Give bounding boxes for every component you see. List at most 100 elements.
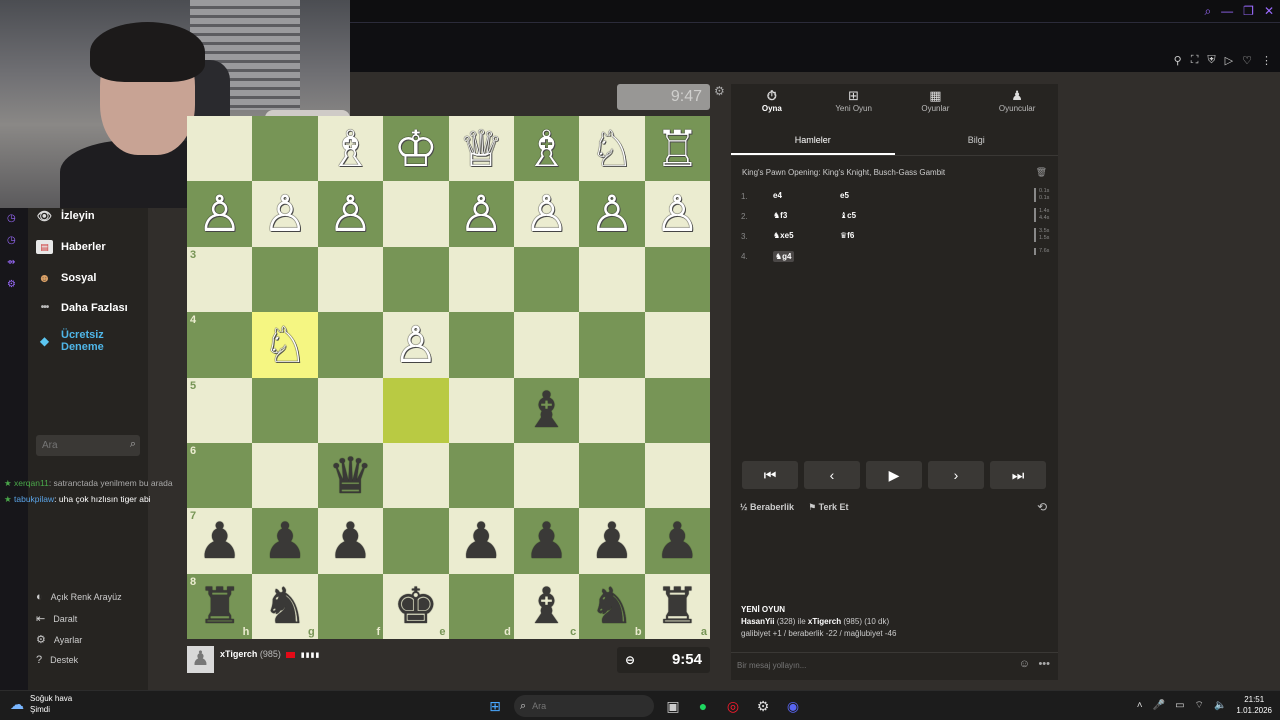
board-square[interactable]: ♞ g — [252, 573, 318, 639]
board-square[interactable]: f — [317, 573, 384, 639]
first-move-button[interactable]: ⏮ — [742, 461, 798, 489]
taskbar-search-input[interactable] — [532, 701, 623, 711]
minimize-icon[interactable]: — — [1221, 4, 1233, 19]
board-square[interactable]: ♞ b — [579, 573, 645, 639]
board-square[interactable] — [317, 312, 384, 378]
opponent-name[interactable]: HasanYii — [741, 617, 775, 626]
board-square[interactable]: ♙ — [252, 181, 318, 247]
chess-board[interactable]: ♗ ♔ ♕ ♗ ♘ ♖ ♙ ♙ ♙ ♙ ♙ ♙ ♙ 3 4 ♘ ♙ 5 ♝ 6 ♛ ♟ 7 ♟ ♟ ♟ ♟ ♟ ♟ ♜ 8 h ♞ g f ♚ e d ♝ c… — [187, 116, 710, 639]
chess-piece[interactable]: ♝ — [524, 385, 569, 435]
white-move[interactable]: ♞xe5 — [773, 231, 794, 240]
board-square[interactable] — [317, 377, 384, 443]
trash-icon[interactable]: 🗑 — [1036, 167, 1047, 178]
tab-play[interactable]: ⏱ Oyna — [731, 84, 813, 120]
search-input[interactable] — [36, 435, 116, 456]
board-square[interactable]: 6 — [187, 442, 253, 509]
board-square[interactable]: ♔ — [383, 116, 449, 182]
board-square[interactable]: ♖ — [644, 116, 710, 182]
board-square[interactable] — [513, 442, 580, 509]
board-square[interactable]: ♙ — [579, 181, 645, 247]
chess-piece[interactable]: ♞ — [590, 581, 635, 631]
restore-icon[interactable]: ❐ — [1243, 4, 1254, 19]
board-square[interactable] — [644, 377, 710, 443]
board-square[interactable] — [252, 442, 318, 509]
board-square[interactable]: ♘ — [579, 116, 645, 182]
board-square[interactable]: ♙ — [448, 181, 514, 247]
board-square[interactable]: ♙ — [187, 181, 253, 247]
spotify-icon[interactable]: ● — [692, 695, 714, 717]
emoji-icon[interactable]: ☺ — [1019, 658, 1030, 670]
chess-piece[interactable]: ♙ — [655, 189, 700, 239]
settings-button[interactable]: ⚙ Ayarlar — [36, 633, 82, 646]
chess-piece[interactable]: ♟ — [197, 516, 242, 566]
chess-piece[interactable]: ♙ — [459, 189, 504, 239]
board-square[interactable]: ♙ — [383, 312, 449, 378]
chess-piece[interactable]: ♟ — [655, 516, 700, 566]
more-icon[interactable]: ••• — [1038, 658, 1050, 670]
chess-piece[interactable]: ♙ — [263, 189, 308, 239]
chess-piece[interactable]: ♟ — [590, 516, 635, 566]
tab-games[interactable]: ▦ Oyunlar — [895, 84, 977, 120]
prev-move-button[interactable]: ‹ — [804, 461, 860, 489]
board-square[interactable]: ♝ — [513, 377, 580, 443]
board-square[interactable]: ♝ c — [513, 573, 580, 639]
chess-piece[interactable]: ♖ — [655, 124, 700, 174]
board-square[interactable] — [579, 442, 645, 509]
opera-gx-icon[interactable]: ◎ — [722, 695, 744, 717]
chess-piece[interactable]: ♝ — [524, 581, 569, 631]
resign-button[interactable]: ⚑ Terk Et — [808, 502, 848, 513]
chess-piece[interactable]: ♟ — [263, 516, 308, 566]
volume-icon[interactable]: 🔈 — [1214, 700, 1226, 711]
chess-piece[interactable]: ♛ — [328, 451, 373, 501]
black-move[interactable]: e5 — [840, 191, 849, 200]
play-icon[interactable]: ▷ — [1225, 54, 1233, 67]
strip-icon[interactable]: ⚙ — [7, 274, 16, 296]
tab-players[interactable]: ♟ Oyuncular — [976, 84, 1058, 120]
sidebar-item-watch[interactable]: 👁 İzleyin — [36, 209, 95, 223]
board-square[interactable] — [252, 377, 318, 443]
board-square[interactable] — [448, 246, 514, 313]
microphone-icon[interactable]: 🎤 — [1153, 700, 1165, 711]
chess-piece[interactable]: ♕ — [459, 124, 504, 174]
board-square[interactable] — [644, 246, 710, 313]
board-square[interactable] — [383, 442, 449, 509]
board-square[interactable]: ♗ — [513, 116, 580, 182]
display-icon[interactable]: ▭ — [1175, 700, 1184, 711]
board-square[interactable] — [644, 442, 710, 509]
board-square[interactable]: ♟ — [644, 508, 710, 574]
board-settings-icon[interactable]: ⚙ — [714, 84, 725, 98]
board-square[interactable]: ♟ 7 — [187, 508, 253, 574]
sidebar-search[interactable]: ⌕ — [36, 435, 140, 456]
sidebar-item-social[interactable]: ☻ Sosyal — [36, 271, 96, 285]
board-square[interactable]: ♜ a — [644, 573, 710, 639]
taskbar-search[interactable]: ⌕ — [514, 695, 654, 717]
player-name[interactable]: xTigerch — [220, 649, 257, 659]
wifi-icon[interactable]: ⌔ — [1195, 699, 1204, 712]
sidebar-item-free-trial[interactable]: ◆ Ücretsiz Deneme — [36, 329, 111, 353]
black-move[interactable]: ♛f6 — [840, 231, 854, 240]
board-square[interactable] — [383, 508, 449, 574]
board-square[interactable]: 3 — [187, 246, 253, 313]
board-square[interactable] — [579, 377, 645, 443]
tab-info[interactable]: Bilgi — [895, 130, 1059, 155]
tab-new-game[interactable]: ⊞ Yeni Oyun — [813, 84, 895, 120]
draw-button[interactable]: ½ Beraberlik — [740, 502, 794, 513]
light-theme-toggle[interactable]: ◐ Açık Renk Arayüz — [36, 591, 122, 603]
board-square[interactable] — [252, 116, 318, 182]
board-square[interactable]: ♟ — [579, 508, 645, 574]
board-square[interactable]: d — [448, 573, 514, 639]
strip-icon[interactable]: ◷ — [7, 208, 16, 230]
chess-piece[interactable]: ♙ — [590, 189, 635, 239]
board-square[interactable]: ♛ — [317, 442, 384, 509]
more-vertical-icon[interactable]: ⋮ — [1261, 54, 1272, 67]
board-square[interactable]: ♙ — [513, 181, 580, 247]
board-square[interactable]: ♚ e — [383, 573, 449, 639]
board-square[interactable] — [448, 377, 514, 443]
chess-piece[interactable]: ♔ — [393, 124, 438, 174]
search-icon[interactable]: ⌕ — [1204, 4, 1211, 19]
board-square[interactable] — [579, 312, 645, 378]
crop-icon[interactable]: ⛶ — [1191, 54, 1199, 67]
close-icon[interactable]: ✕ — [1264, 4, 1274, 19]
board-square[interactable] — [187, 116, 253, 182]
chess-piece[interactable]: ♟ — [328, 516, 373, 566]
